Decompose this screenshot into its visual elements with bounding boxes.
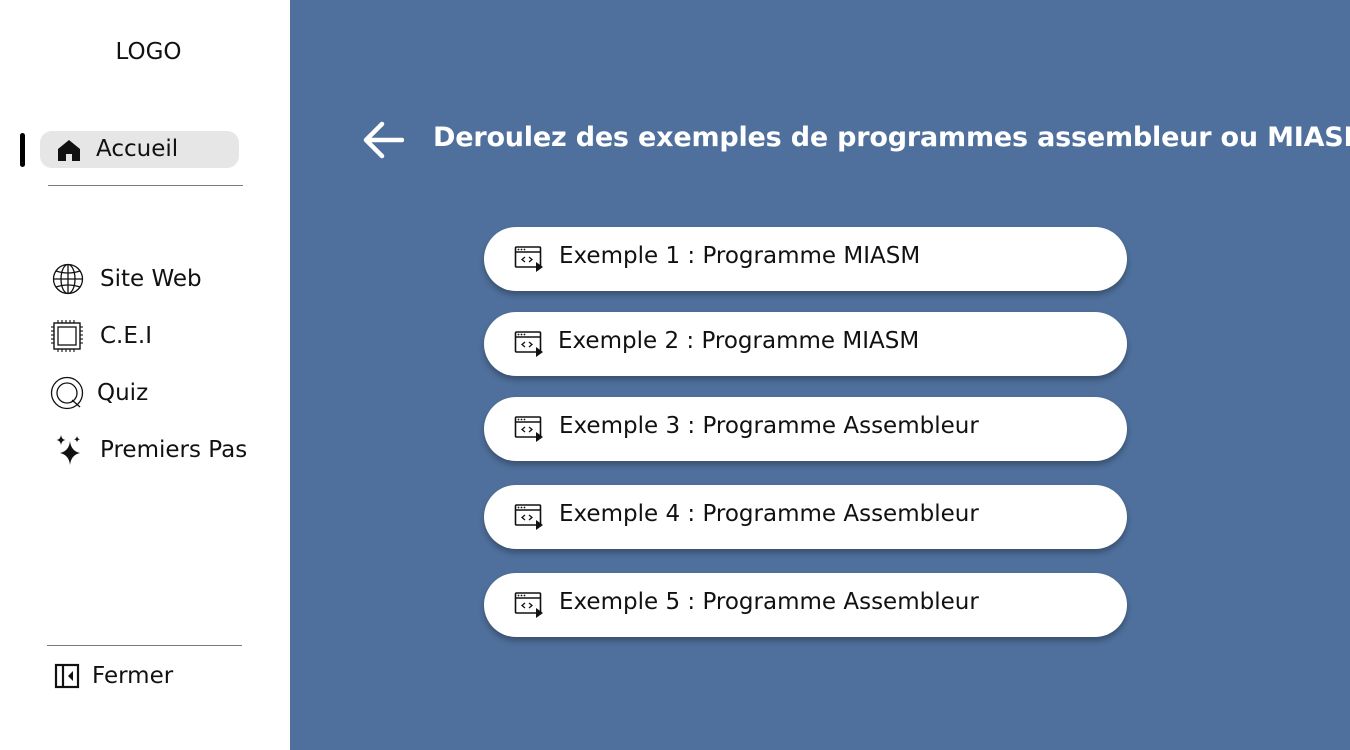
page-title: Deroulez des exemples de programmes asse… (433, 122, 1350, 153)
main-content: Deroulez des exemples de programmes asse… (290, 0, 1350, 750)
sidebar-divider (47, 645, 242, 646)
code-window-icon (514, 592, 543, 618)
close-sidebar-button[interactable]: Fermer (50, 659, 173, 693)
quiz-icon (50, 376, 84, 410)
code-window-icon (514, 331, 543, 357)
sidebar-item-label: Site Web (100, 266, 202, 292)
code-window-icon (514, 246, 543, 272)
globe-icon (51, 262, 85, 296)
code-window-icon (514, 416, 543, 442)
sidebar-item-accueil[interactable]: Accueil (40, 131, 239, 168)
code-window-icon (514, 504, 543, 530)
sidebar-item-site-web[interactable]: Site Web (51, 262, 202, 296)
chip-icon (50, 319, 84, 353)
home-icon (58, 140, 80, 161)
logo: LOGO (115, 39, 182, 65)
example-label: Exemple 2 : Programme MIASM (558, 328, 920, 354)
close-label: Fermer (92, 663, 174, 689)
sidebar-item-label: Premiers Pas (100, 437, 248, 463)
example-label: Exemple 3 : Programme Assembleur (559, 413, 979, 439)
sidebar-item-quiz[interactable]: Quiz (50, 376, 148, 410)
back-arrow-icon[interactable] (362, 120, 404, 160)
sidebar-item-label: C.E.I (100, 323, 152, 349)
example-3-button[interactable]: Exemple 3 : Programme Assembleur (484, 397, 1127, 461)
example-2-button[interactable]: Exemple 2 : Programme MIASM (484, 312, 1127, 376)
example-4-button[interactable]: Exemple 4 : Programme Assembleur (484, 485, 1127, 549)
active-indicator (20, 133, 25, 167)
example-label: Exemple 4 : Programme Assembleur (559, 501, 979, 527)
sidebar: LOGO Accueil Site Web C.E.I Quiz Premier… (0, 0, 290, 750)
app-window: LOGO Accueil Site Web C.E.I Quiz Premier… (0, 0, 1350, 750)
sidebar-item-label: Quiz (97, 380, 149, 406)
sidebar-item-label: Accueil (96, 136, 179, 162)
example-1-button[interactable]: Exemple 1 : Programme MIASM (484, 227, 1127, 291)
sidebar-collapse-icon (50, 659, 84, 693)
example-label: Exemple 5 : Programme Assembleur (559, 589, 979, 615)
sidebar-item-premiers-pas[interactable]: Premiers Pas (52, 433, 247, 467)
sidebar-item-cei[interactable]: C.E.I (50, 319, 152, 353)
sparkles-icon (52, 433, 86, 467)
example-label: Exemple 1 : Programme MIASM (559, 243, 921, 269)
example-5-button[interactable]: Exemple 5 : Programme Assembleur (484, 573, 1127, 637)
sidebar-divider (48, 185, 243, 186)
